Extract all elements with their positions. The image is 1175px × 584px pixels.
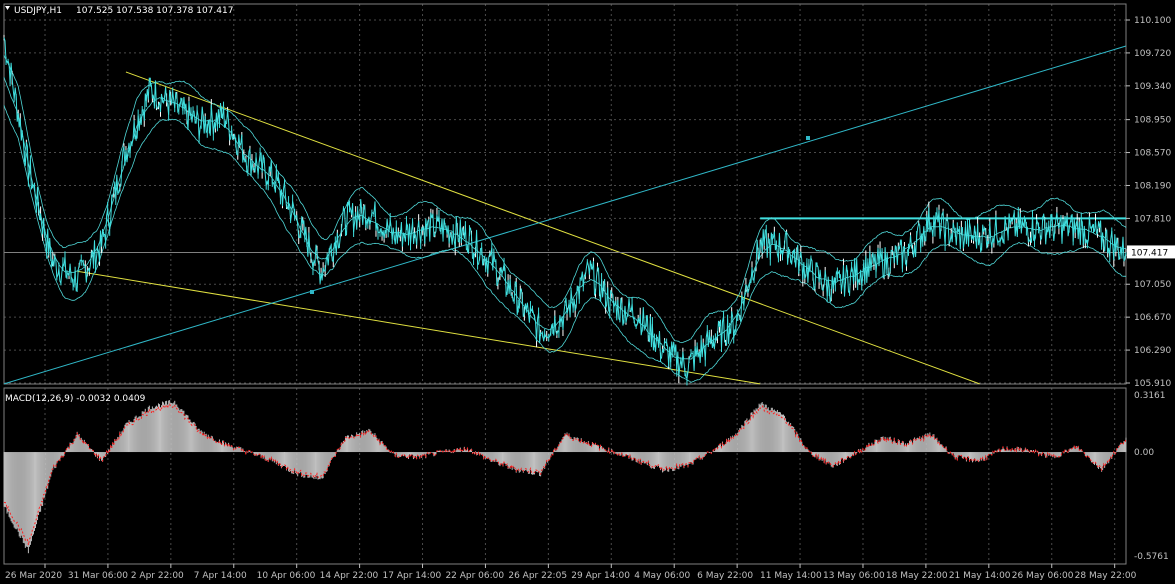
time-tick-label: 4 May 06:00 [634, 571, 690, 581]
price-tick-label: 107.050 [1134, 280, 1171, 290]
time-tick-label: 14 Apr 22:00 [320, 571, 379, 581]
time-tick-label: 29 Apr 14:00 [571, 571, 630, 581]
time-tick-label: 31 Mar 06:00 [68, 571, 128, 581]
time-tick-label: 7 Apr 14:00 [194, 571, 247, 581]
time-tick-label: 11 May 14:00 [760, 571, 822, 581]
price-tick-label: 106.670 [1134, 313, 1171, 323]
time-tick-label: 17 Apr 14:00 [383, 571, 442, 581]
time-tick-label: 21 May 14:00 [949, 571, 1011, 581]
time-tick-label: 6 May 22:00 [697, 571, 753, 581]
trendline-anchor-marker [806, 136, 810, 140]
trading-chart[interactable]: 110.100 109.720 109.340 108.950 108.570 108.1… [0, 0, 1175, 584]
price-tick-label: 108.190 [1134, 181, 1171, 191]
time-tick-label: 18 May 22:00 [886, 571, 948, 581]
price-tick-label: 105.910 [1134, 379, 1171, 389]
time-tick-label: 10 Apr 06:00 [257, 571, 316, 581]
macd-tick-label: 0.00 [1134, 448, 1154, 458]
time-tick-label: 28 May 22:00 [1075, 571, 1137, 581]
price-tick-label: 108.570 [1134, 149, 1171, 159]
ohlc-values: 107.525 107.538 107.378 107.417 [76, 6, 233, 16]
current-price-label: 107.417 [1131, 248, 1168, 258]
price-tick-label: 108.950 [1134, 116, 1171, 126]
chart-background [0, 0, 1175, 584]
time-tick-label: 22 Apr 06:00 [445, 571, 504, 581]
macd-title: MACD(12,26,9) -0.0032 0.0409 [5, 394, 146, 404]
price-tick-label: 109.720 [1134, 49, 1171, 59]
trendline-anchor-marker [310, 290, 314, 294]
price-tick-label: 109.340 [1134, 82, 1171, 92]
time-tick-label: 26 Mar 2020 [5, 571, 62, 581]
time-tick-label: 26 Apr 22:05 [508, 571, 567, 581]
time-tick-label: 26 May 06:00 [1012, 571, 1074, 581]
time-tick-label: 13 May 06:00 [823, 571, 885, 581]
symbol-label: USDJPY,H1 [14, 6, 62, 16]
price-tick-label: 106.290 [1134, 346, 1171, 356]
price-tick-label: 107.810 [1134, 214, 1171, 224]
macd-tick-label: 0.3161 [1134, 391, 1166, 401]
time-tick-label: 2 Apr 22:00 [131, 571, 184, 581]
macd-tick-label: -0.5761 [1134, 552, 1169, 562]
price-tick-label: 110.100 [1134, 16, 1171, 26]
